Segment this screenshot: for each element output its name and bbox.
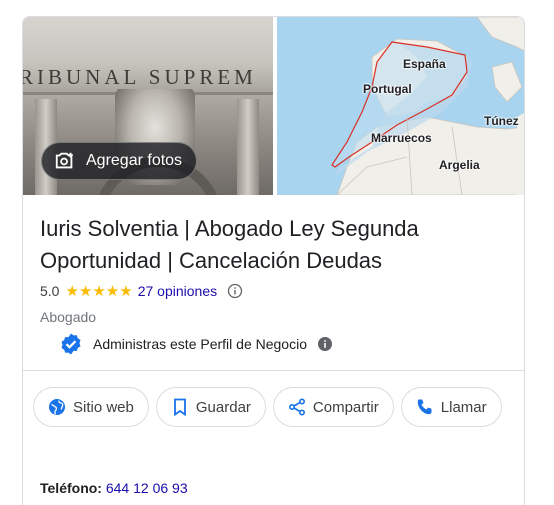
building-inscription: RIBUNAL SUPREM — [23, 65, 257, 89]
owner-info-icon[interactable] — [317, 336, 333, 352]
add-photos-label: Agregar fotos — [86, 152, 183, 169]
share-button-label: Compartir — [312, 398, 379, 416]
bookmark-icon — [173, 398, 186, 417]
reviews-link[interactable]: 27 opiniones — [138, 283, 217, 299]
business-profile-card: RIBUNAL SUPREM Agregar fotos España Port… — [22, 16, 525, 505]
map-label-portugal: Portugal — [363, 82, 412, 96]
rating-row: 5.0 ★★★★★ 27 opiniones — [40, 281, 243, 301]
business-title: Iuris Solventia | Abogado Ley Segunda Op… — [40, 216, 419, 273]
rating-value: 5.0 — [40, 283, 60, 299]
share-button[interactable]: Compartir — [272, 387, 394, 427]
action-buttons: Sitio web Guardar Compartir Llamar — [33, 387, 502, 427]
globe-icon — [49, 399, 65, 415]
building-column — [237, 99, 259, 195]
photo-strip: RIBUNAL SUPREM Agregar fotos España Port… — [23, 17, 524, 195]
map-graphic — [331, 17, 524, 195]
map-thumbnail[interactable]: España Portugal Marruecos Túnez Argelia — [277, 17, 524, 195]
phone-row: Teléfono: 644 12 06 93 — [40, 480, 188, 496]
map-label-tunisia: Túnez — [484, 114, 519, 128]
website-button-label: Sitio web — [73, 398, 134, 416]
info-icon[interactable] — [227, 283, 243, 299]
business-category: Abogado — [40, 309, 97, 325]
phone-number-link[interactable]: 644 12 06 93 — [106, 480, 188, 496]
phone-icon — [417, 399, 432, 415]
save-button-label: Guardar — [195, 398, 251, 416]
map-label-morocco: Marruecos — [371, 131, 432, 145]
phone-label: Teléfono: — [40, 480, 102, 496]
map-label-spain: España — [403, 57, 446, 71]
call-button[interactable]: Llamar — [400, 387, 502, 427]
star-rating: ★★★★★ — [65, 283, 133, 300]
add-photo-icon — [55, 152, 73, 169]
owner-notice: Administras este Perfil de Negocio — [59, 331, 333, 357]
map-label-algeria: Argelia — [439, 158, 480, 172]
owner-notice-text: Administras este Perfil de Negocio — [93, 336, 307, 352]
website-button[interactable]: Sitio web — [33, 387, 149, 427]
section-divider — [23, 370, 524, 371]
share-icon — [288, 398, 305, 416]
business-photo[interactable]: RIBUNAL SUPREM Agregar fotos — [23, 17, 273, 195]
call-button-label: Llamar — [440, 398, 487, 416]
add-photos-button[interactable]: Agregar fotos — [41, 142, 198, 180]
verified-badge-icon — [61, 333, 81, 355]
save-button[interactable]: Guardar — [155, 387, 266, 427]
